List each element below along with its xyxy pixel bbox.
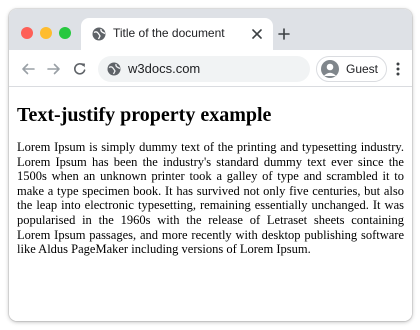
plus-icon[interactable] <box>275 25 293 43</box>
more-vertical-icon[interactable] <box>390 60 406 78</box>
tab-strip: Title of the document <box>9 9 412 50</box>
avatar <box>321 60 339 78</box>
arrow-left-icon[interactable] <box>19 60 37 78</box>
window-close-button[interactable] <box>21 27 33 39</box>
profile-label: Guest <box>346 62 379 76</box>
browser-window: Title of the document w3docs.com Guest T… <box>9 9 412 321</box>
address-url: w3docs.com <box>128 61 201 76</box>
globe-icon <box>107 62 121 76</box>
tab-active[interactable]: Title of the document <box>81 18 273 50</box>
window-minimize-button[interactable] <box>40 27 52 39</box>
page-heading: Text-justify property example <box>17 104 272 126</box>
page-content: Text-justify property example Lorem Ipsu… <box>9 87 412 321</box>
arrow-right-icon[interactable] <box>45 60 63 78</box>
page-paragraph: Lorem Ipsum is simply dummy text of the … <box>17 140 404 257</box>
profile-button[interactable]: Guest <box>316 56 387 82</box>
browser-toolbar: w3docs.com Guest <box>9 50 412 87</box>
tab-title: Title of the document <box>113 26 225 40</box>
reload-icon[interactable] <box>71 60 89 78</box>
globe-icon <box>92 27 106 41</box>
close-icon[interactable] <box>249 26 265 42</box>
window-zoom-button[interactable] <box>59 27 71 39</box>
address-bar[interactable]: w3docs.com <box>98 56 310 82</box>
